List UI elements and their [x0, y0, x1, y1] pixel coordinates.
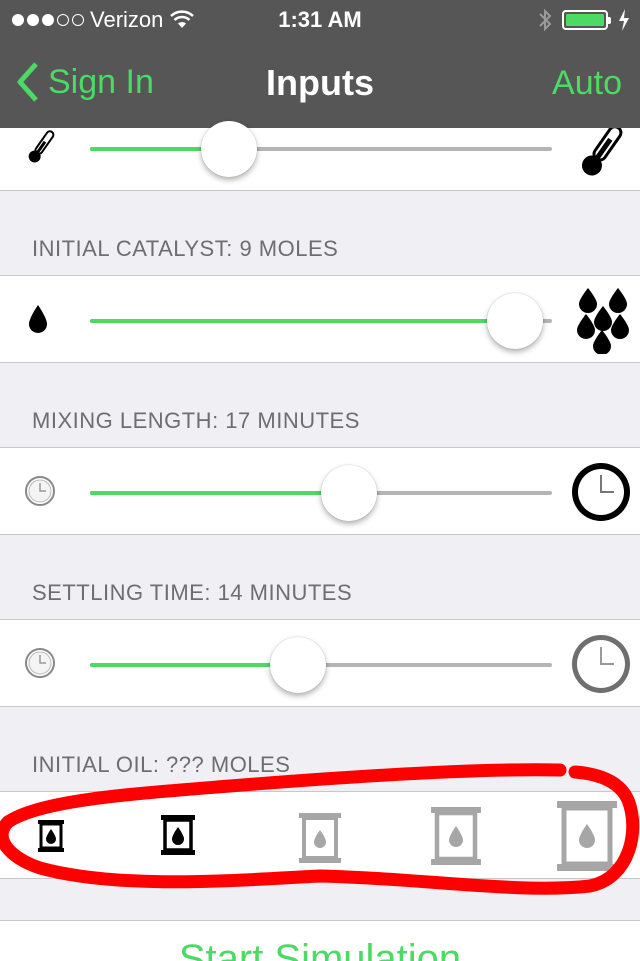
navigation-bar: Sign In Inputs Auto	[0, 40, 640, 128]
single-drop-icon	[29, 305, 47, 333]
large-clock-icon	[572, 463, 630, 521]
settling-slider-thumb[interactable]	[269, 637, 326, 693]
temperature-slider-thumb[interactable]	[200, 121, 257, 177]
mixing-slider-row	[0, 447, 640, 535]
auto-button[interactable]: Auto	[552, 64, 622, 103]
status-right	[538, 8, 630, 32]
large-thermometer-icon	[581, 128, 623, 176]
catalyst-section-label: INITIAL CATALYST: 9 MOLES	[32, 236, 339, 261]
red-highlight-annotation	[0, 763, 640, 895]
temperature-slider-track[interactable]	[90, 147, 552, 151]
catalyst-slider-row	[0, 275, 640, 363]
small-clock-icon	[25, 648, 55, 678]
start-simulation-button[interactable]: Start Simulation	[0, 920, 640, 961]
mixing-slider-thumb[interactable]	[320, 465, 377, 521]
many-drops-icon	[577, 288, 629, 354]
temperature-slider-row	[0, 121, 640, 191]
catalyst-slider-track[interactable]	[90, 319, 552, 323]
small-clock-icon	[25, 476, 55, 506]
large-clock-icon	[572, 635, 630, 693]
battery-icon	[562, 10, 611, 30]
mixing-section-label: MIXING LENGTH: 17 MINUTES	[32, 408, 360, 433]
small-thermometer-icon	[28, 130, 55, 163]
charging-bolt-icon	[619, 9, 629, 31]
settling-slider-row	[0, 619, 640, 707]
catalyst-slider-thumb[interactable]	[487, 293, 544, 349]
bluetooth-icon	[539, 8, 552, 32]
settling-section-label: SETTLING TIME: 14 MINUTES	[32, 580, 353, 605]
page-title: Inputs	[266, 62, 374, 103]
start-simulation-label: Start Simulation	[178, 937, 462, 961]
status-bar: Verizon 1:31 AM	[0, 0, 640, 40]
